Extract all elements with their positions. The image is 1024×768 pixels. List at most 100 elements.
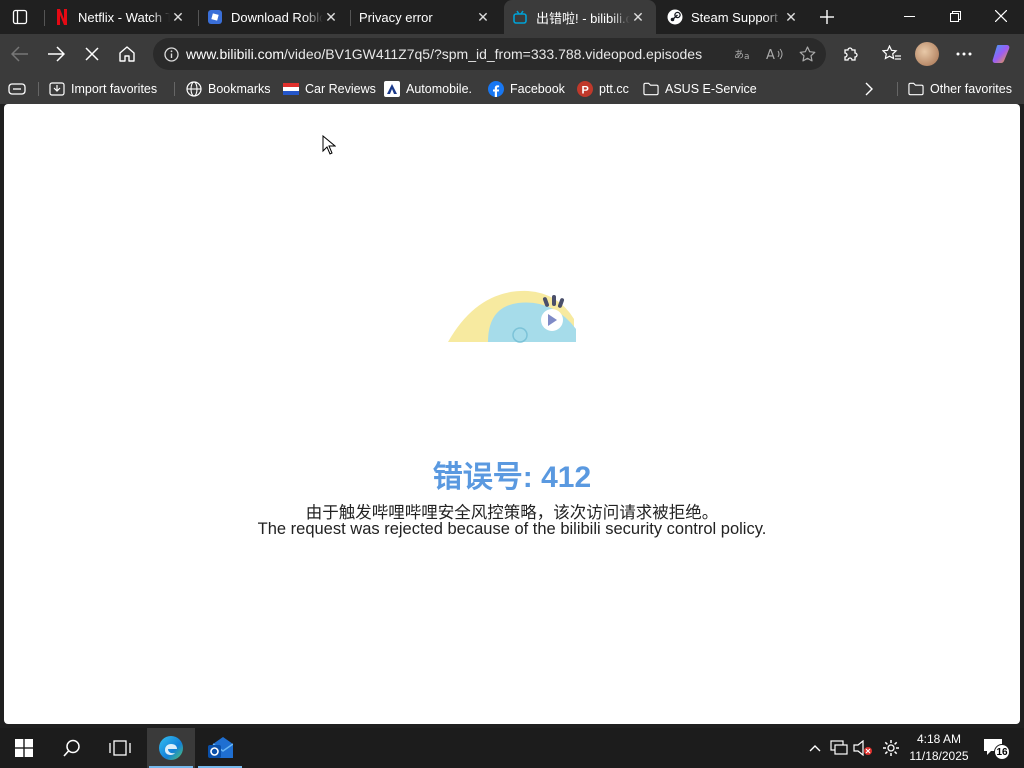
close-tab-icon[interactable]: ✕ — [170, 9, 186, 25]
tab-bilibili[interactable]: 出错啦! - bilibili.com ✕ — [504, 0, 656, 34]
avatar — [915, 42, 939, 66]
tab-roblox[interactable]: Download Roblox ✕ — [199, 0, 349, 34]
notifications-button[interactable]: 16 — [982, 736, 1012, 760]
show-hidden-icons[interactable] — [804, 736, 826, 760]
profile-button[interactable] — [913, 40, 941, 68]
favorites-bar: Import favorites Bookmarks Car Reviews A… — [0, 74, 1024, 104]
clock-date: 11/18/2025 — [909, 749, 969, 763]
network-icon[interactable] — [828, 736, 850, 760]
url-path: /video/BV1GW411Z7q5/?spm_id_from=333.788… — [284, 46, 703, 62]
svg-text:a: a — [744, 52, 750, 61]
fav-automobile[interactable]: Automobile. — [384, 78, 472, 100]
tab-steam[interactable]: Steam Support - Help ✕ — [659, 0, 809, 34]
read-aloud-icon[interactable]: A — [764, 44, 786, 64]
forward-button[interactable] — [42, 40, 70, 68]
ptt-icon: P — [577, 81, 593, 97]
minimize-icon — [903, 15, 915, 17]
flag-icon — [283, 81, 299, 97]
close-window-button[interactable] — [978, 0, 1024, 32]
facebook-icon — [488, 81, 504, 97]
settings-menu-button[interactable] — [950, 40, 978, 68]
folder-icon — [908, 81, 924, 97]
steam-icon — [667, 9, 683, 25]
tab-netflix[interactable]: Netflix - Watch TV Shows Online ✕ — [46, 0, 196, 34]
minimize-button[interactable] — [886, 0, 932, 32]
home-icon — [119, 46, 135, 62]
edge-icon — [159, 736, 183, 760]
close-icon — [995, 10, 1007, 22]
taskbar-outlook[interactable] — [196, 728, 244, 768]
globe-icon — [186, 81, 202, 97]
browser-toolbar: www.bilibili.com/video/BV1GW411Z7q5/?spm… — [0, 34, 1024, 74]
fav-car-reviews[interactable]: Car Reviews — [283, 78, 376, 100]
translate-icon[interactable]: あa — [732, 44, 754, 64]
task-view-button[interactable] — [96, 728, 144, 768]
close-tab-icon[interactable]: ✕ — [783, 9, 799, 25]
roblox-icon — [207, 9, 223, 25]
error-illustration — [448, 290, 576, 343]
chevron-up-icon — [809, 745, 821, 752]
tab-privacy-error[interactable]: Privacy error ✕ — [351, 0, 501, 34]
tab-title: Steam Support - Help — [691, 9, 783, 25]
taskbar-edge[interactable] — [147, 728, 195, 768]
tab-separator — [44, 10, 45, 26]
arrow-left-icon — [11, 46, 28, 62]
notification-count: 16 — [994, 744, 1010, 760]
copilot-button[interactable] — [988, 40, 1016, 68]
stop-loading-button[interactable] — [78, 40, 106, 68]
restore-button[interactable] — [932, 0, 978, 32]
automobile-icon — [384, 81, 400, 97]
tab-title: Netflix - Watch TV Shows Online — [78, 9, 170, 25]
close-tab-icon[interactable]: ✕ — [630, 9, 646, 25]
search-icon — [63, 739, 80, 757]
copilot-icon — [992, 45, 1010, 63]
fav-asus-e-service[interactable]: ASUS E-Service — [643, 78, 757, 100]
fav-label: Import favorites — [71, 82, 158, 96]
url-text[interactable]: www.bilibili.com/video/BV1GW411Z7q5/?spm… — [186, 46, 702, 62]
error-code: 错误号: 412 — [432, 461, 592, 494]
close-tab-icon[interactable]: ✕ — [323, 9, 339, 25]
outlook-icon — [208, 737, 233, 758]
error-message-en: The request was rejected because of the … — [257, 520, 767, 538]
taskbar: 4:18 AM 11/18/2025 16 — [0, 728, 1024, 768]
clock[interactable]: 4:18 AM 11/18/2025 — [906, 731, 972, 765]
chevron-right-icon — [865, 82, 873, 96]
star-icon[interactable] — [796, 44, 818, 64]
fav-facebook[interactable]: Facebook — [488, 78, 565, 100]
tab-title: Privacy error — [359, 9, 433, 25]
fav-other-favorites[interactable]: Other favorites — [908, 78, 1012, 100]
url-host: www.bilibili.com — [186, 46, 285, 62]
tab-actions-icon[interactable] — [8, 5, 32, 29]
back-button[interactable] — [6, 40, 34, 68]
settings-gear-icon[interactable] — [880, 736, 902, 760]
favorites-star-icon — [882, 45, 901, 60]
address-bar[interactable]: www.bilibili.com/video/BV1GW411Z7q5/?spm… — [153, 38, 826, 70]
fav-bookmarks[interactable]: Bookmarks — [186, 78, 271, 100]
fav-ptt[interactable]: P ptt.cc — [577, 78, 629, 100]
extensions-button[interactable] — [837, 40, 865, 68]
close-icon — [85, 47, 99, 61]
import-icon — [49, 81, 65, 97]
fav-label: ptt.cc — [599, 82, 629, 96]
favorites-button[interactable] — [878, 40, 906, 68]
restore-icon — [949, 10, 961, 22]
fav-label: Bookmarks — [208, 82, 271, 96]
windows-icon — [15, 739, 33, 757]
task-view-icon — [109, 740, 131, 756]
start-button[interactable] — [0, 728, 48, 768]
tab-strip: Netflix - Watch TV Shows Online ✕ Downlo… — [0, 0, 1024, 34]
more-favorites-button[interactable] — [864, 78, 874, 100]
site-info-icon[interactable] — [160, 44, 182, 64]
close-tab-icon[interactable]: ✕ — [475, 9, 491, 25]
new-tab-button[interactable] — [814, 4, 840, 30]
svg-text:P: P — [582, 85, 589, 97]
fav-label: Other favorites — [930, 82, 1012, 96]
sidebar-toggle-icon[interactable] — [8, 78, 26, 100]
fav-label: Facebook — [510, 82, 565, 96]
volume-muted-icon[interactable] — [852, 736, 874, 760]
fav-import-favorites[interactable]: Import favorites — [49, 78, 157, 100]
bilibili-icon — [512, 9, 528, 25]
search-button[interactable] — [48, 728, 96, 768]
tab-title: 出错啦! - bilibili.com — [536, 10, 630, 26]
home-button[interactable] — [113, 40, 141, 68]
